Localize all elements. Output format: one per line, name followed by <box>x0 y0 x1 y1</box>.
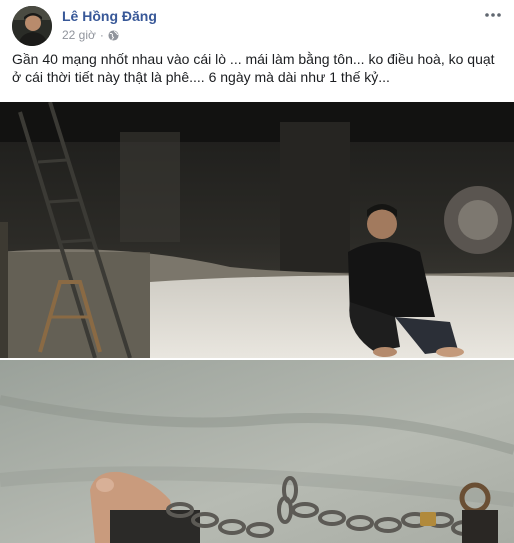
post-text: Gần 40 mạng nhốt nhau vào cái lò ... mái… <box>12 50 502 86</box>
facebook-post: Lê Hồng Đăng 22 giờ · Gần 40 mạng nhốt n… <box>0 0 514 543</box>
post-photo-1[interactable] <box>0 102 514 358</box>
post-photo-2[interactable] <box>0 360 514 543</box>
author-name[interactable]: Lê Hồng Đăng <box>62 8 157 24</box>
more-options-icon[interactable] <box>484 8 502 20</box>
meta-separator: · <box>99 28 104 42</box>
post-text-line-2: ở cái thời tiết này thật là phê.... 6 ng… <box>12 69 390 85</box>
avatar[interactable] <box>12 6 52 46</box>
post-text-line-1: Gần 40 mạng nhốt nhau vào cái lò ... mái… <box>12 51 495 67</box>
post-time[interactable]: 22 giờ <box>62 28 96 42</box>
globe-icon[interactable] <box>108 29 119 41</box>
post-meta: 22 giờ · <box>62 28 119 42</box>
